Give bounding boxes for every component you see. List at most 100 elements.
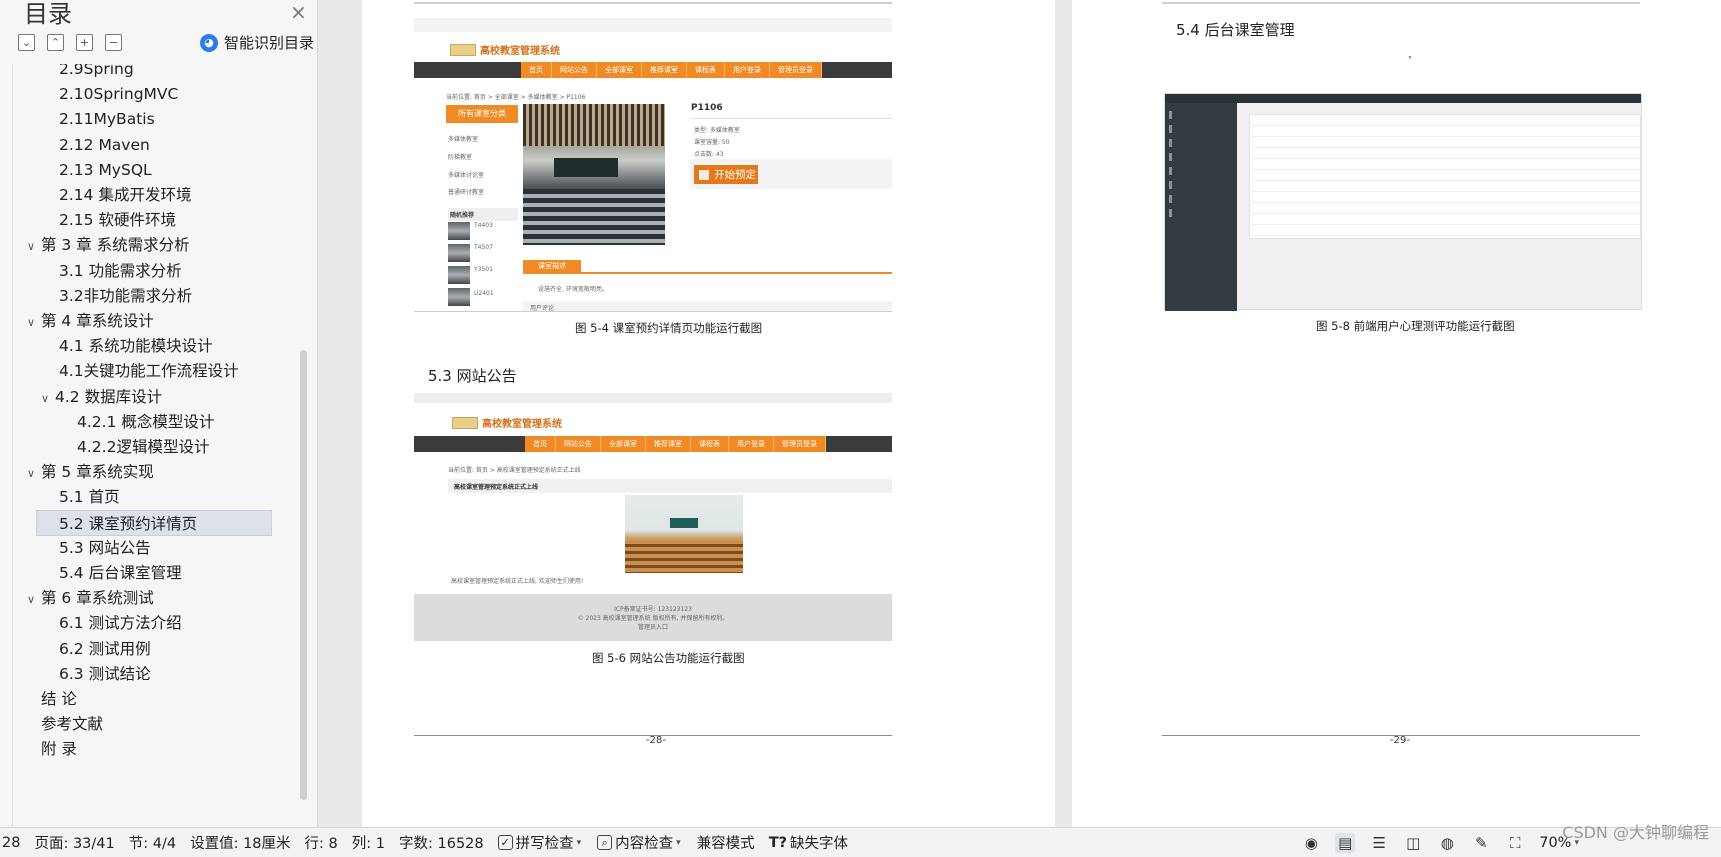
- toc-item[interactable]: 5.3 网站公告: [13, 535, 151, 561]
- toc-item-label: 3.2非功能需求分析: [59, 286, 193, 305]
- chevron-down-icon[interactable]: ∨: [27, 310, 41, 336]
- toc-item-label: 2.11MyBatis: [59, 110, 155, 129]
- thumb-label: T4507: [474, 244, 493, 251]
- toc-item-label: 第 4 章系统设计: [41, 312, 154, 330]
- chevron-down-icon[interactable]: ∨: [27, 234, 41, 260]
- toc-scrollbar[interactable]: [300, 350, 307, 800]
- start-booking-label: 开始预定: [714, 169, 756, 181]
- toc-item[interactable]: 附 录: [13, 736, 77, 762]
- paragraph-mark: °: [1408, 55, 1412, 64]
- toc-item[interactable]: ∨ 第 3 章 系统需求分析: [13, 232, 190, 258]
- admin-menu-item: [1169, 181, 1233, 189]
- chevron-down-icon: ▾: [676, 837, 681, 848]
- room-capacity: 课室容量: 50: [694, 139, 730, 146]
- figure-border: [414, 311, 892, 312]
- chevron-down-icon[interactable]: ∨: [27, 587, 41, 613]
- chevron-down-icon[interactable]: ∨: [27, 461, 41, 487]
- toc-item[interactable]: 3.2非功能需求分析: [13, 283, 192, 309]
- status-words[interactable]: 字数: 16528: [399, 832, 484, 853]
- toc-item-label: 5.4 后台课室管理: [59, 564, 182, 582]
- toc-item[interactable]: 5.1 首页: [13, 484, 120, 510]
- reading-view-icon[interactable]: ◫: [1403, 833, 1423, 853]
- toc-item[interactable]: ∨ 4.2 数据库设计: [13, 384, 162, 410]
- toc-item-label: 6.2 测试用例: [59, 639, 151, 658]
- toc-toolbar: ⌄ ⌃ + −: [18, 34, 122, 51]
- status-setting: 设置值: 18厘米: [190, 836, 291, 852]
- footer-copyright: © 2023 高校课室管理系统 版权所有, 并保留所有权利。: [577, 615, 729, 622]
- toc-item[interactable]: ∨ 第 5 章系统实现: [13, 459, 154, 485]
- toc-item[interactable]: 4.1 系统功能模块设计: [13, 333, 213, 359]
- desc-tab: 课室描述: [523, 260, 581, 273]
- site-nav-item: 用户登录: [725, 62, 770, 78]
- comments-bar: [523, 301, 892, 311]
- outline-view-icon[interactable]: ☰: [1369, 833, 1389, 853]
- thumb-label: U2401: [474, 290, 494, 297]
- toc-item[interactable]: ∨ 第 6 章系统测试: [13, 585, 154, 611]
- pen-icon[interactable]: ✎: [1471, 833, 1491, 853]
- site-nav-item: 管理员登录: [774, 436, 826, 452]
- thumb-image: [448, 222, 470, 240]
- toc-item[interactable]: 参考文献: [13, 711, 103, 737]
- room-name: P1106: [691, 103, 723, 113]
- spell-check-label: 拼写检查: [515, 836, 574, 852]
- smart-toc-button[interactable]: ◕ 智能识别目录: [200, 32, 314, 53]
- status-page[interactable]: 页面: 33/41: [34, 832, 114, 853]
- footer-admin-link: 管理员入口: [637, 624, 668, 631]
- remove-heading-icon[interactable]: −: [105, 34, 122, 51]
- toc-item[interactable]: 3.1 功能需求分析: [13, 258, 182, 284]
- site-logo: 高校教室管理系统: [450, 42, 560, 57]
- fit-page-icon[interactable]: ⛶: [1505, 833, 1525, 853]
- toc-item[interactable]: 4.2.2逻辑模型设计: [13, 434, 209, 460]
- status-page-num: 28: [2, 834, 21, 851]
- toc-item[interactable]: 5.2 课室预约详情页: [36, 509, 272, 536]
- toc-item[interactable]: 2.11MyBatis: [13, 106, 155, 132]
- close-icon[interactable]: ×: [290, 0, 307, 24]
- toc-item[interactable]: 2.10SpringMVC: [13, 81, 178, 107]
- toc-item-label: 第 6 章系统测试: [41, 589, 154, 608]
- toc-item[interactable]: 6.2 测试用例: [13, 636, 151, 662]
- category-item: 阶梯教室: [448, 154, 473, 161]
- toc-item[interactable]: 6.1 测试方法介绍: [13, 610, 182, 636]
- toc-item[interactable]: 2.12 Maven: [13, 132, 150, 158]
- toc-item[interactable]: 2.14 集成开发环境: [13, 182, 191, 208]
- toc-item[interactable]: 结 论: [13, 686, 77, 712]
- table-row: [1252, 136, 1640, 137]
- toc-item[interactable]: 4.1关键功能工作流程设计: [13, 358, 239, 384]
- random-title: 随机推荐: [448, 208, 518, 221]
- collapse-all-icon[interactable]: ⌃: [47, 34, 64, 51]
- web-view-icon[interactable]: ◍: [1437, 833, 1457, 853]
- toc-item-label: 4.2.1 概念模型设计: [77, 412, 215, 431]
- missing-font-button[interactable]: T? 缺失字体: [769, 832, 848, 853]
- table-row: [1252, 202, 1640, 203]
- toc-item-label: 4.1 系统功能模块设计: [59, 337, 213, 356]
- page-28: 高校教室管理系统 首页 网站公告 全部课室 推荐课室 课程表 用户登录 管理员登录 当前位置…: [362, 0, 1055, 827]
- magnifier-icon: ⌕: [597, 835, 613, 850]
- toc-item[interactable]: 5.4 后台课室管理: [13, 560, 182, 586]
- expand-all-icon[interactable]: ⌄: [18, 34, 35, 51]
- site-nav-item: 网站公告: [552, 62, 597, 78]
- spell-check-button[interactable]: ✓ 拼写检查 ▾: [497, 832, 581, 853]
- eye-protection-icon[interactable]: ◉: [1301, 833, 1321, 853]
- chevron-down-icon[interactable]: ∨: [41, 386, 55, 412]
- table-row: [1252, 180, 1640, 181]
- toc-item[interactable]: 6.3 测试结论: [13, 661, 151, 687]
- admin-menu-item: [1169, 125, 1233, 133]
- toc-item-label: 附 录: [41, 740, 77, 759]
- figure-header-band: [414, 393, 892, 403]
- toc-item[interactable]: 2.9Spring: [13, 64, 134, 82]
- ai-icon: ◕: [200, 33, 218, 52]
- document-canvas[interactable]: 高校教室管理系统 首页 网站公告 全部课室 推荐课室 课程表 用户登录 管理员登录 当前位置…: [318, 0, 1721, 827]
- content-check-button[interactable]: ⌕ 内容检查 ▾: [597, 832, 681, 853]
- table-row: [1252, 158, 1640, 159]
- figure-border: [1162, 2, 1640, 4]
- toc-item[interactable]: 2.13 MySQL: [13, 157, 152, 183]
- toc-item[interactable]: 2.15 软硬件环境: [13, 207, 176, 233]
- page-view-icon[interactable]: ▤: [1335, 833, 1356, 853]
- category-item: 多媒体教室: [448, 136, 479, 143]
- desc-text: 设施齐全, 环境宽敞明亮。: [538, 286, 608, 293]
- toc-item[interactable]: ∨ 第 4 章系统设计: [13, 308, 154, 334]
- table-row: [1252, 191, 1640, 192]
- toc-item[interactable]: 4.2.1 概念模型设计: [13, 409, 214, 435]
- add-heading-icon[interactable]: +: [76, 34, 93, 51]
- classroom-photo: [523, 104, 665, 245]
